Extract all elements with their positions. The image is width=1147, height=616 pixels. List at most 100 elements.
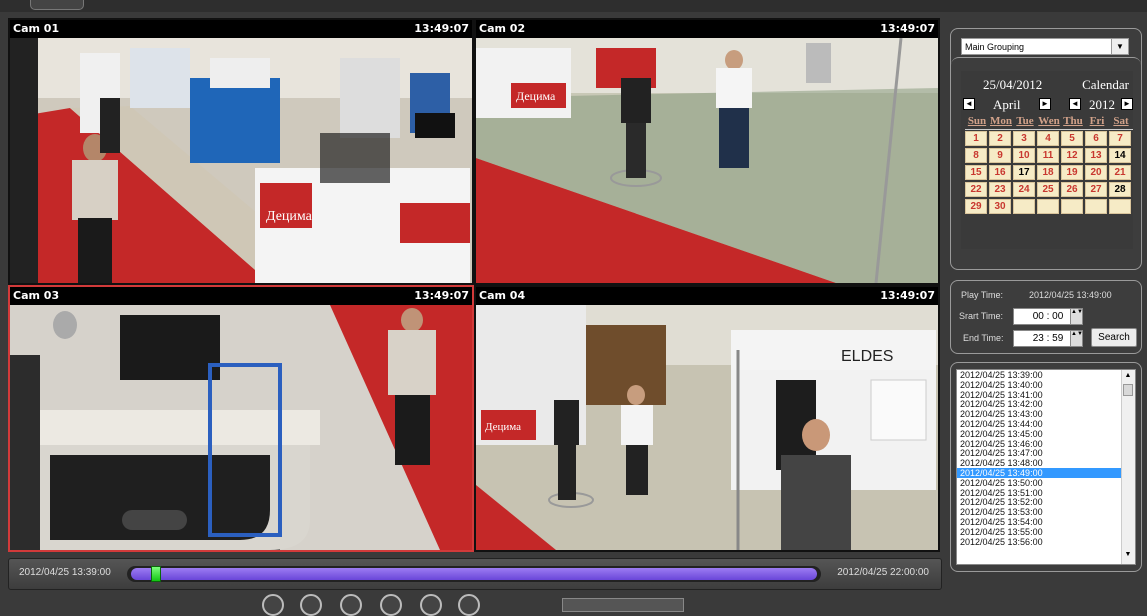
timeline-track[interactable]: [127, 566, 821, 582]
end-time-value: 23 : 59: [1032, 333, 1064, 344]
calendar-day[interactable]: 17: [1013, 165, 1035, 180]
step-back-button[interactable]: [300, 594, 322, 616]
recording-item[interactable]: 2012/04/25 13:40:00: [957, 380, 1135, 390]
calendar-day[interactable]: 20: [1085, 165, 1107, 180]
top-tab[interactable]: [30, 0, 84, 10]
calendar-day[interactable]: 12: [1061, 148, 1083, 163]
prev-year-icon[interactable]: ◄: [1069, 98, 1081, 110]
recording-item[interactable]: 2012/04/25 13:50:00: [957, 478, 1135, 488]
start-time-label: Srart Time:: [959, 311, 1004, 321]
camera-feed: Децима: [10, 38, 472, 283]
start-time-input[interactable]: 00 : 00 ▲▼: [1013, 308, 1083, 325]
eldes-sign: ELDES: [841, 348, 893, 365]
weekday-label: Wen: [1038, 115, 1060, 127]
recording-item[interactable]: 2012/04/25 13:52:00: [957, 497, 1135, 507]
recording-item[interactable]: 2012/04/25 13:49:00: [957, 467, 1135, 478]
search-button[interactable]: Search: [1091, 328, 1137, 347]
scrollbar[interactable]: ▲ ▼: [1121, 370, 1135, 564]
recording-item[interactable]: 2012/04/25 13:39:00: [957, 370, 1135, 380]
calendar-day[interactable]: 13: [1085, 148, 1107, 163]
calendar-day[interactable]: 16: [989, 165, 1011, 180]
recordings-list[interactable]: 2012/04/25 13:39:00 2012/04/25 13:40:00 20…: [956, 369, 1136, 565]
camera-view-4[interactable]: Cam 04 13:49:07 Децима ELDES: [474, 285, 940, 552]
camera-view-2[interactable]: Cam 02 13:49:07 Децима: [474, 18, 940, 285]
weekday-label: Mon: [990, 115, 1012, 127]
calendar-date: 25/04/2012: [983, 77, 1043, 92]
calendar-day[interactable]: 1: [965, 131, 987, 146]
recording-item[interactable]: 2012/04/25 13:46:00: [957, 439, 1135, 449]
booth-sign-1: Децима: [266, 209, 313, 224]
prev-month-icon[interactable]: ◄: [963, 98, 975, 110]
next-year-icon[interactable]: ►: [1121, 98, 1133, 110]
chevron-down-icon[interactable]: ▼: [1111, 39, 1128, 54]
calendar-day[interactable]: 15: [965, 165, 987, 180]
recording-item[interactable]: 2012/04/25 13:41:00: [957, 390, 1135, 400]
calendar-day[interactable]: 25: [1037, 182, 1059, 197]
camera-time: 13:49:07: [414, 22, 469, 35]
play-button[interactable]: [340, 594, 362, 616]
fast-forward-button[interactable]: [458, 594, 480, 616]
recording-item[interactable]: 2012/04/25 13:43:00: [957, 409, 1135, 419]
calendar-nav: ◄ April ► ◄ 2012 ►: [961, 97, 1133, 113]
calendar-day[interactable]: 3: [1013, 131, 1035, 146]
calendar-day[interactable]: 30: [989, 199, 1011, 214]
calendar-day[interactable]: 27: [1085, 182, 1107, 197]
calendar-day[interactable]: 8: [965, 148, 987, 163]
group-select-value: Main Grouping: [965, 42, 1025, 52]
recording-item[interactable]: 2012/04/25 13:55:00: [957, 527, 1135, 537]
spin-icon[interactable]: ▲▼: [1070, 308, 1083, 325]
weekday-label: Tue: [1016, 115, 1034, 127]
end-time-input[interactable]: 23 : 59 ▲▼: [1013, 330, 1083, 347]
calendar: 25/04/2012 Calendar ◄ April ► ◄ 2012 ► S…: [961, 71, 1133, 249]
speed-slider[interactable]: [562, 598, 684, 612]
calendar-day[interactable]: 24: [1013, 182, 1035, 197]
recording-item[interactable]: 2012/04/25 13:56:00: [957, 537, 1135, 547]
calendar-day[interactable]: 7: [1109, 131, 1131, 146]
timeline-handle[interactable]: [151, 566, 162, 582]
recording-item[interactable]: 2012/04/25 13:51:00: [957, 488, 1135, 498]
calendar-day[interactable]: 28: [1109, 182, 1131, 197]
calendar-day: [1061, 199, 1083, 214]
calendar-day[interactable]: 9: [989, 148, 1011, 163]
calendar-day[interactable]: 4: [1037, 131, 1059, 146]
recording-item[interactable]: 2012/04/25 13:48:00: [957, 458, 1135, 468]
calendar-day[interactable]: 21: [1109, 165, 1131, 180]
calendar-day[interactable]: 6: [1085, 131, 1107, 146]
camera-view-1[interactable]: Cam 01 13:49:07 Децима: [8, 18, 474, 285]
timeline-end: 2012/04/25 22:00:00: [837, 567, 929, 578]
recording-item[interactable]: 2012/04/25 13:44:00: [957, 419, 1135, 429]
calendar-day[interactable]: 23: [989, 182, 1011, 197]
calendar-day[interactable]: 18: [1037, 165, 1059, 180]
weekday-label: Fri: [1089, 115, 1105, 127]
camera-view-3[interactable]: Cam 03 13:49:07: [8, 285, 474, 552]
calendar-day[interactable]: 29: [965, 199, 987, 214]
step-forward-button[interactable]: [420, 594, 442, 616]
scroll-thumb[interactable]: [1123, 384, 1133, 396]
spin-icon[interactable]: ▲▼: [1070, 330, 1083, 347]
calendar-day[interactable]: 10: [1013, 148, 1035, 163]
calendar-day[interactable]: 11: [1037, 148, 1059, 163]
camera-time: 13:49:07: [880, 22, 935, 35]
timeline-start: 2012/04/25 13:39:00: [19, 567, 111, 578]
group-select[interactable]: Main Grouping ▼: [961, 38, 1129, 55]
scroll-up-icon[interactable]: ▲: [1123, 372, 1133, 383]
recording-item[interactable]: 2012/04/25 13:54:00: [957, 517, 1135, 527]
calendar-day[interactable]: 14: [1109, 148, 1131, 163]
recording-item[interactable]: 2012/04/25 13:53:00: [957, 507, 1135, 517]
next-month-icon[interactable]: ►: [1039, 98, 1051, 110]
scroll-down-icon[interactable]: ▼: [1123, 551, 1133, 562]
rewind-button[interactable]: [262, 594, 284, 616]
recording-item[interactable]: 2012/04/25 13:45:00: [957, 429, 1135, 439]
calendar-day[interactable]: 5: [1061, 131, 1083, 146]
calendar-weekdays: Sun Mon Tue Wen Thu Fri Sat: [965, 115, 1133, 130]
recording-item[interactable]: 2012/04/25 13:47:00: [957, 448, 1135, 458]
recording-item[interactable]: 2012/04/25 13:42:00: [957, 399, 1135, 409]
pause-button[interactable]: [380, 594, 402, 616]
calendar-day[interactable]: 2: [989, 131, 1011, 146]
play-time-label: Play Time:: [961, 290, 1004, 300]
camera-header: Cam 03 13:49:07: [10, 287, 472, 305]
calendar-day[interactable]: 19: [1061, 165, 1083, 180]
calendar-day[interactable]: 22: [965, 182, 987, 197]
calendar-day[interactable]: 26: [1061, 182, 1083, 197]
time-panel: Play Time: 2012/04/25 13:49:00 Srart Tim…: [950, 280, 1142, 354]
